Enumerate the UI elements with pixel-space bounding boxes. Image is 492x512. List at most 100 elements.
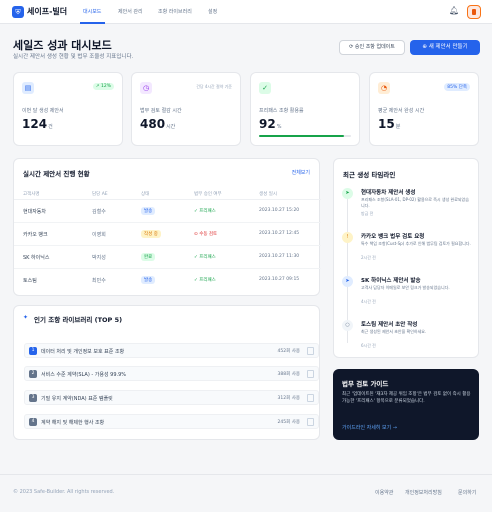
library-item[interactable]: 1 데이터 처리 및 개인정보 보호 표준 조항 452회 사용 xyxy=(24,343,319,358)
table-row[interactable]: 카카오 뱅크 이영희 작성 중 ⊙ 수동 검토 2023.10.27 12:45 xyxy=(14,223,321,246)
event-description: 프리패스 조항(SLA-01, DP-02) 활용으로 즉시 생성 완료되었습니… xyxy=(361,197,469,208)
event-time: 6시간 전 xyxy=(361,343,376,348)
status-badge: 작성 중 xyxy=(141,230,161,238)
usage-count: 452회 사용 xyxy=(277,349,300,354)
copy-icon[interactable] xyxy=(307,370,314,378)
client-name: 현대자동차 xyxy=(23,209,47,215)
event-title: 카카오 뱅크 법무 검토 요청 xyxy=(361,234,425,240)
event-title: 토스팀 제안서 초안 작성 xyxy=(361,322,418,328)
new-proposal-button[interactable]: ⊕ 새 제안서 만들기 xyxy=(410,40,480,55)
library-item[interactable]: 3 기밀 유지 계약(NDA) 표준 템플릿 312회 사용 xyxy=(24,390,319,405)
client-name: 토스팀 xyxy=(23,278,37,284)
review-status: ✓ 프리패스 xyxy=(194,255,216,260)
recent-timeline-card: 최근 생성 타임라인 ➤ 현대자동차 제안서 생성 프리패스 조항(SLA-01… xyxy=(333,158,479,358)
event-time: 2시간 전 xyxy=(361,255,376,260)
rank-number: 4 xyxy=(29,418,37,426)
view-all-link[interactable]: 전체보기 xyxy=(292,169,310,176)
event-description: 고객사 담당자 이메일로 보안 링크가 발송되었습니다. xyxy=(361,285,450,290)
library-item[interactable]: 2 서비스 수준 계약(SLA) - 가용성 99.9% 388회 사용 xyxy=(24,366,319,381)
table-row[interactable]: SK 하이닉스 박지성 완료 ✓ 프리패스 2023.10.27 11:30 xyxy=(14,246,321,269)
status-badge: 완료 xyxy=(141,253,156,261)
refresh-icon: ⟳ xyxy=(349,44,354,50)
event-time: 방금 전 xyxy=(361,211,374,216)
copy-icon[interactable] xyxy=(307,347,314,355)
ae-name: 이영희 xyxy=(92,232,106,238)
column-header: 담당 AE xyxy=(92,192,108,197)
stat-value: 15분 xyxy=(378,117,401,131)
nav-settings[interactable]: 설정 xyxy=(208,8,217,15)
stat-label: 평균 제안서 완성 시간 xyxy=(378,108,425,114)
nav-proposals[interactable]: 제안서 관리 xyxy=(118,8,143,15)
usage-count: 312회 사용 xyxy=(277,396,300,401)
client-name: SK 하이닉스 xyxy=(23,255,50,261)
library-item[interactable]: 4 계약 해지 및 해제한 행사 조항 245회 사용 xyxy=(24,414,319,429)
rank-number: 1 xyxy=(29,347,37,355)
table-title: 실시간 제안서 진행 현황 xyxy=(23,170,90,178)
ae-name: 박지성 xyxy=(92,255,106,261)
guide-link[interactable]: 가이드라인 자세히 보기 → xyxy=(342,424,397,431)
alert-icon: ! xyxy=(342,232,353,243)
send-icon: ➤ xyxy=(342,276,353,287)
event-description: 특수 책임 조항(Cust-Sp) 추가로 인해 법무팀 검토가 필요합니다. xyxy=(361,241,471,246)
shield-check-icon: ✓ xyxy=(259,82,271,94)
sparkle-icon: ✦ xyxy=(23,314,29,321)
plus-icon: ⊕ xyxy=(422,44,427,50)
review-status: ✓ 프리패스 xyxy=(194,278,216,283)
brand-name: 세이프-빌더 xyxy=(27,7,68,16)
usage-progress-bar xyxy=(259,135,351,137)
shield-logo-icon: ⛨ xyxy=(12,6,24,18)
created-date: 2023.10.27 15:20 xyxy=(259,208,300,213)
column-header: 생성 일시 xyxy=(259,192,277,197)
event-description: 최근 생성된 제안서 초안을 확인하세요. xyxy=(361,329,427,334)
copyright: © 2023 Safe-Builder. All rights reserved… xyxy=(13,489,115,495)
status-badge: 발송 xyxy=(141,207,156,215)
copy-icon[interactable] xyxy=(307,394,314,402)
event-title: SK 하이닉스 제안서 발송 xyxy=(361,278,421,284)
clause-title: 계약 해지 및 해제한 행사 조항 xyxy=(41,420,105,426)
stat-card-completion-time: ◔ 85% 단축 평균 제안서 완성 시간 15분 xyxy=(369,72,479,146)
stat-note: 건당 4시간 절약 기준 xyxy=(196,84,232,89)
review-status: ✓ 프리패스 xyxy=(194,209,216,214)
rank-number: 2 xyxy=(29,370,37,378)
guide-title: 법무 검토 가이드 xyxy=(342,380,389,388)
active-nav-indicator xyxy=(80,22,105,24)
top-navbar: ⛨ 세이프-빌더 대시보드 제안서 관리 조항 라이브러리 설정 🔔︎ xyxy=(0,0,492,24)
column-header: 상태 xyxy=(141,192,150,197)
rank-number: 3 xyxy=(29,394,37,402)
usage-count: 388회 사용 xyxy=(277,372,300,377)
created-date: 2023.10.27 12:45 xyxy=(259,231,300,236)
stat-label: 이번 달 생성 제안서 xyxy=(22,108,64,114)
column-header: 법무 승인 여부 xyxy=(194,192,222,197)
stat-value: 124건 xyxy=(22,117,53,131)
document-icon: ▤ xyxy=(22,82,34,94)
update-clauses-button[interactable]: ⟳ 승인 조항 업데이트 xyxy=(339,40,405,55)
footer-divider xyxy=(0,474,492,475)
page-title: 세일즈 성과 대시보드 xyxy=(13,39,112,52)
stat-value: 92% xyxy=(259,117,282,131)
copy-icon[interactable] xyxy=(307,418,314,426)
stat-label: 법무 검토 절감 시간 xyxy=(140,108,182,114)
nav-clause-library[interactable]: 조항 라이브러리 xyxy=(158,8,192,15)
stat-card-freepass-rate: ✓ 프리패스 조항 활용률 92% xyxy=(250,72,360,146)
usage-count: 245회 사용 xyxy=(277,420,300,425)
footer-link-terms[interactable]: 이용약관 xyxy=(375,489,393,496)
client-name: 카카오 뱅크 xyxy=(23,232,48,238)
bell-icon[interactable]: 🔔︎ xyxy=(449,6,459,15)
nav-dashboard[interactable]: 대시보드 xyxy=(83,8,101,15)
table-row[interactable]: 토스팀 최민수 발송 ✓ 프리패스 2023.10.27 09:15 xyxy=(14,269,321,292)
clause-library-card: 인기 조항 라이브러리 (TOP 5) ✦ 1 데이터 처리 및 개인정보 보호… xyxy=(13,305,320,440)
event-time: 4시간 전 xyxy=(361,299,376,304)
event-title: 현대자동차 제안서 생성 xyxy=(361,190,416,196)
avatar[interactable] xyxy=(467,5,481,19)
table-row[interactable]: 현대자동차 김철수 발송 ✓ 프리패스 2023.10.27 15:20 xyxy=(14,200,321,223)
ae-name: 최민수 xyxy=(92,278,106,284)
column-header: 고객사명 xyxy=(23,192,40,197)
created-date: 2023.10.27 11:30 xyxy=(259,254,300,259)
speedometer-icon: ◔ xyxy=(378,82,390,94)
clause-title: 데이터 처리 및 개인정보 보호 표준 조항 xyxy=(41,349,125,355)
footer-link-privacy[interactable]: 개인정보처리방침 xyxy=(405,489,442,496)
footer-link-contact[interactable]: 문의하기 xyxy=(458,489,476,496)
timeline-title: 최근 생성 타임라인 xyxy=(343,171,396,179)
clause-title: 서비스 수준 계약(SLA) - 가용성 99.9% xyxy=(41,372,127,378)
draft-icon: ○ xyxy=(342,320,353,331)
